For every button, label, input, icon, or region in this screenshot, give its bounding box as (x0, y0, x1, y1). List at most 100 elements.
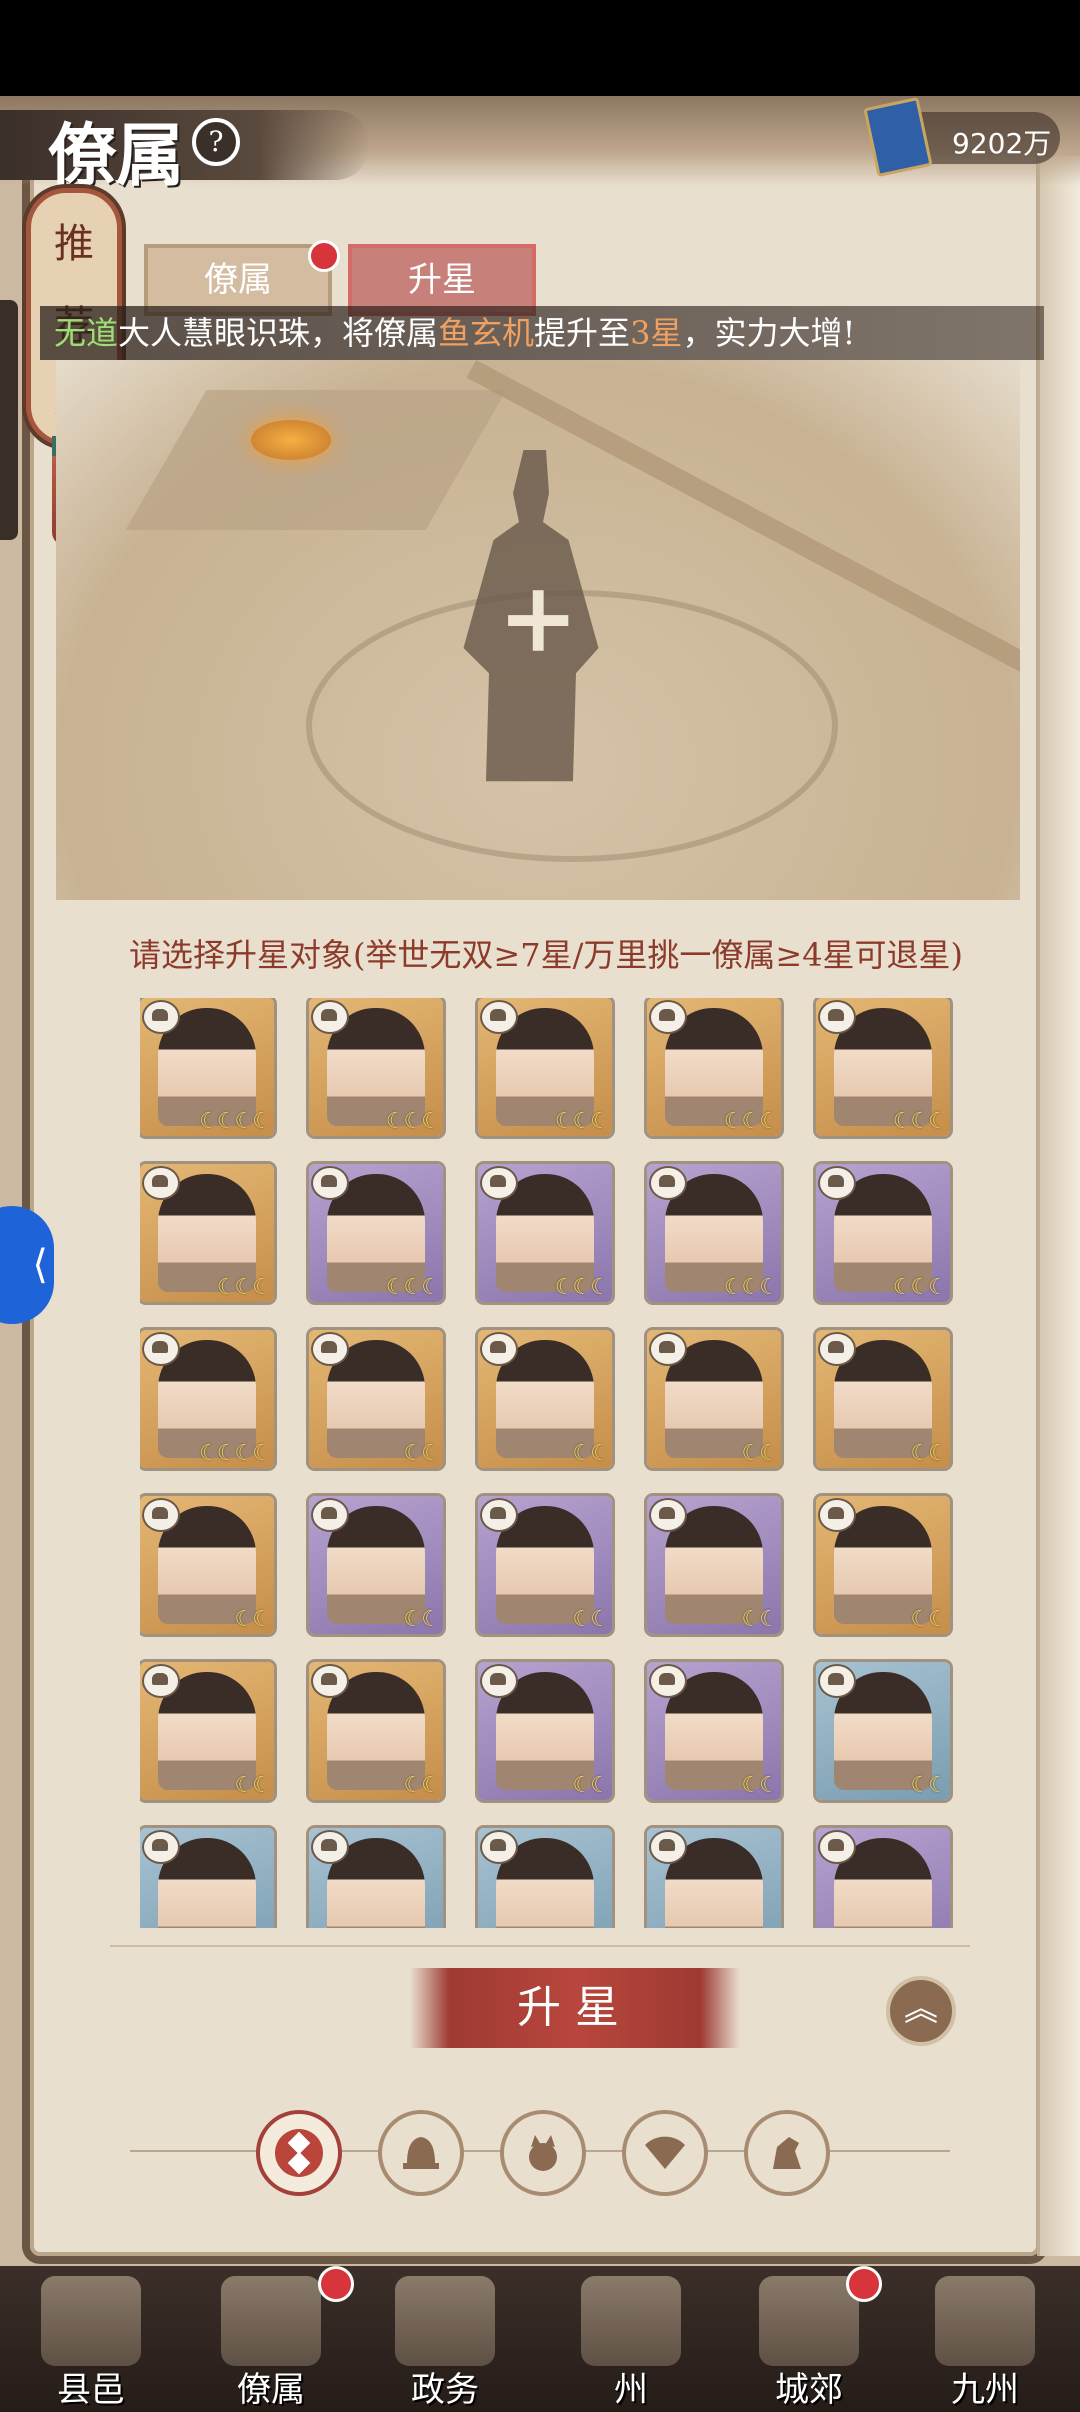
retainer-card[interactable]: ☾☾ (478, 1496, 612, 1634)
filter-cat-icon[interactable] (500, 2110, 586, 2196)
retainer-card[interactable]: ☾☾ (140, 1662, 274, 1800)
retainer-card[interactable]: ☾☾☾ (478, 998, 612, 1136)
retainer-card[interactable] (140, 1828, 274, 1928)
double-chevron-up-icon[interactable]: ︽ (886, 1976, 956, 2046)
retainer-card[interactable]: ☾☾ (478, 1662, 612, 1800)
faction-icon (142, 1830, 180, 1864)
announce-star: 3星 (630, 314, 683, 352)
announce-text: ，实力大增! (682, 314, 856, 352)
nav-label: 县邑 (57, 2370, 125, 2410)
retainer-card[interactable]: ☾☾ (647, 1496, 781, 1634)
retainer-card[interactable]: ☾☾☾ (309, 1164, 443, 1302)
retainer-card[interactable] (647, 1828, 781, 1928)
retainer-card[interactable]: ☾☾☾ (309, 998, 443, 1136)
retainer-card[interactable]: ☾☾☾ (647, 998, 781, 1136)
retainer-card[interactable]: ☾☾ (647, 1330, 781, 1468)
retainer-card[interactable]: ☾☾ (140, 1496, 274, 1634)
faction-icon (480, 1332, 518, 1366)
star-level: ☾☾☾ (892, 1109, 948, 1134)
star-level: ☾☾☾☾ (199, 1109, 272, 1134)
star-level: ☾☾☾ (723, 1109, 779, 1134)
prefecture-icon (581, 2276, 681, 2366)
retainer-icon (221, 2276, 321, 2366)
star-level: ☾☾ (572, 1607, 610, 1632)
currency-value: 9202万 (952, 127, 1052, 160)
announcement-banner: 无道大人慧眼识珠，将僚属鱼玄机提升至3星，实力大增! (40, 306, 1044, 360)
star-level: ☾☾ (741, 1773, 779, 1798)
announce-player: 无道 (54, 314, 119, 352)
faction-icon (480, 1166, 518, 1200)
status-bar (0, 0, 1080, 96)
affairs-icon (395, 2276, 495, 2366)
retainer-card[interactable]: ☾☾☾☾ (140, 1330, 274, 1468)
filter-all-icon[interactable] (256, 2110, 342, 2196)
star-level: ☾☾ (403, 1441, 441, 1466)
faction-icon (818, 1000, 856, 1034)
nav-xianyi[interactable]: 县邑 (16, 2276, 166, 2412)
faction-icon (480, 1830, 518, 1864)
retainer-card[interactable]: ☾☾☾ (647, 1164, 781, 1302)
faction-icon (818, 1664, 856, 1698)
nav-label: 政务 (411, 2370, 479, 2410)
question-icon[interactable]: ? (192, 118, 240, 166)
faction-icon (480, 1498, 518, 1532)
selection-scene[interactable]: + (56, 360, 1020, 900)
star-level: ☾☾ (234, 1607, 272, 1632)
retainer-card[interactable]: ☾☾ (309, 1662, 443, 1800)
notification-dot (846, 2266, 882, 2302)
retainer-card[interactable]: ☾☾☾ (140, 1164, 274, 1302)
side-drawer-handle[interactable] (0, 300, 18, 540)
retainer-grid: ☾☾☾☾ ☾☾☾ ☾☾☾ ☾☾☾ ☾☾☾ ☾☾☾ ☾☾☾ ☾☾☾ ☾☾☾ ☾☾☾ ☾☾☾☾ ☾☾ ☾☾ ☾… (140, 998, 960, 1928)
retainer-card[interactable]: ☾☾ (478, 1330, 612, 1468)
star-level: ☾☾ (572, 1441, 610, 1466)
scene-platform (125, 390, 507, 530)
star-level: ☾☾ (741, 1441, 779, 1466)
faction-icon (649, 1830, 687, 1864)
retainer-card[interactable]: ☾☾☾ (816, 1164, 950, 1302)
retainer-card[interactable]: ☾☾ (647, 1662, 781, 1800)
retainer-card[interactable]: ☾☾☾ (478, 1164, 612, 1302)
star-level: ☾☾☾ (216, 1275, 272, 1300)
faction-icon (142, 1332, 180, 1366)
faction-icon (649, 1000, 687, 1034)
filter-fan-icon[interactable] (622, 2110, 708, 2196)
announce-text: 提升至 (534, 314, 631, 352)
retainer-card[interactable] (816, 1828, 950, 1928)
star-level: ☾☾ (403, 1607, 441, 1632)
rise-star-button[interactable]: 升星 (410, 1968, 740, 2048)
retainer-card[interactable]: ☾☾ (816, 1496, 950, 1634)
faction-icon (818, 1166, 856, 1200)
divider (110, 1945, 970, 1947)
page-curl (1037, 156, 1080, 2256)
faction-icon (649, 1664, 687, 1698)
nav-zhou[interactable]: 州 (556, 2276, 706, 2412)
nav-zhengwu[interactable]: 政务 (370, 2276, 520, 2412)
faction-icon (311, 1332, 349, 1366)
retainer-card[interactable]: ☾☾☾☾ (140, 998, 274, 1136)
floating-assist-icon[interactable]: ⟨ (0, 1206, 54, 1324)
retainer-card[interactable] (478, 1828, 612, 1928)
notification-dot (318, 2266, 354, 2302)
nav-label: 城郊 (775, 2370, 843, 2410)
filter-horse-icon[interactable] (744, 2110, 830, 2196)
retainer-card[interactable]: ☾☾☾ (816, 998, 950, 1136)
plus-icon[interactable]: + (498, 570, 578, 666)
star-level: ☾☾ (910, 1773, 948, 1798)
announce-retainer: 鱼玄机 (438, 314, 535, 352)
star-level: ☾☾ (234, 1773, 272, 1798)
retainer-card[interactable]: ☾☾ (816, 1330, 950, 1468)
retainer-card[interactable]: ☾☾ (309, 1330, 443, 1468)
faction-icon (311, 1498, 349, 1532)
filter-bell-icon[interactable] (378, 2110, 464, 2196)
notification-dot (308, 240, 340, 272)
retainer-card[interactable]: ☾☾ (309, 1496, 443, 1634)
currency-display: 9202万 (863, 96, 1060, 178)
retainer-card[interactable] (309, 1828, 443, 1928)
star-level: ☾☾☾ (554, 1109, 610, 1134)
retainer-card[interactable]: ☾☾ (816, 1662, 950, 1800)
star-level: ☾☾☾ (385, 1109, 441, 1134)
nav-jiuzhou[interactable]: 九州 (910, 2276, 1060, 2412)
plaque-char: 推 (54, 221, 94, 267)
announce-text: 大人慧眼识珠，将僚属 (118, 314, 439, 352)
star-level: ☾☾ (741, 1607, 779, 1632)
